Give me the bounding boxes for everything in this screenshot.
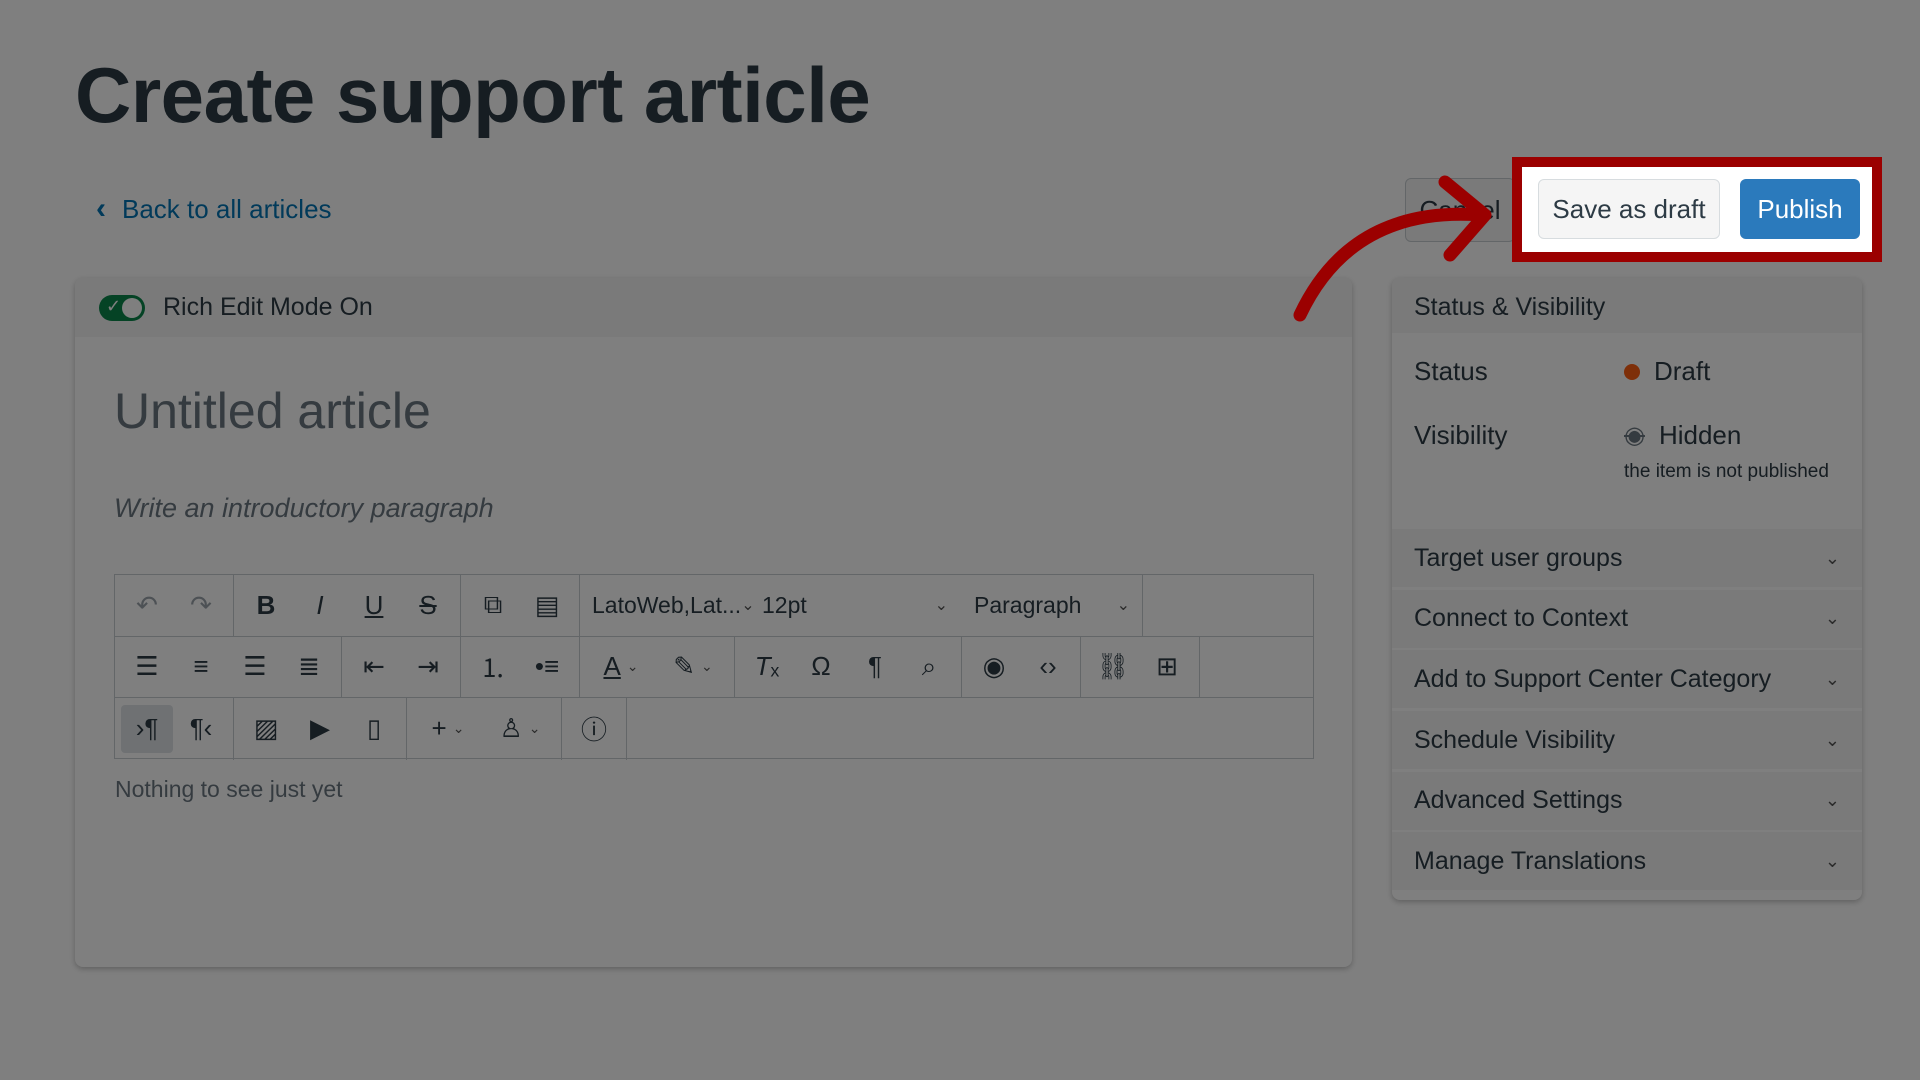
publish-button[interactable]: Publish bbox=[1740, 179, 1860, 239]
annotation-arrow-icon bbox=[1293, 175, 1492, 322]
highlight-box: Save as draft Publish bbox=[1512, 157, 1882, 262]
save-as-draft-button[interactable]: Save as draft bbox=[1538, 179, 1720, 239]
